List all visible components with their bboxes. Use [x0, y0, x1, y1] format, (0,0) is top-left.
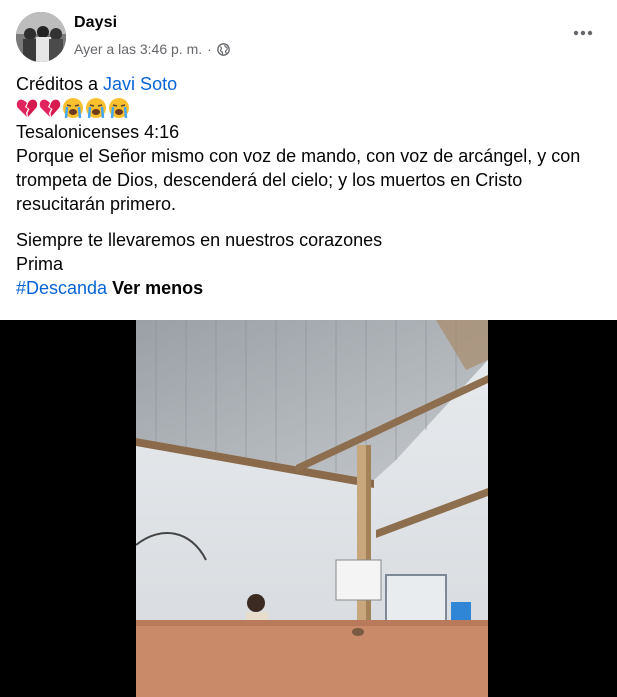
post-header: Daysi Ayer a las 3:46 p. m. ·: [16, 12, 601, 62]
tribute-line: Siempre te llevaremos en nuestros corazo…: [16, 230, 383, 250]
author-name[interactable]: Daysi: [74, 14, 117, 32]
post-text: Créditos a Javi Soto Tesalonicenses 4:16…: [16, 72, 601, 300]
video-player[interactable]: [0, 320, 617, 697]
verse-text: Porque el Señor mismo con voz de mando, …: [16, 146, 581, 214]
more-options-icon[interactable]: [571, 26, 595, 38]
emoji-row: [16, 96, 601, 120]
hashtag-link[interactable]: #Descanda: [16, 278, 107, 298]
crying-face-icon: [86, 98, 106, 119]
verse-reference: Tesalonicenses 4:16: [16, 122, 180, 142]
crying-face-icon: [63, 98, 83, 119]
see-less-button[interactable]: Ver menos: [112, 278, 203, 298]
timestamp[interactable]: Ayer a las 3:46 p. m.: [74, 41, 202, 57]
hashtag-line: #Descanda Ver menos: [16, 276, 601, 300]
credits-link[interactable]: Javi Soto: [103, 74, 177, 94]
crying-face-icon: [109, 98, 129, 119]
meta-separator: ·: [207, 41, 212, 57]
credits-prefix: Créditos a: [16, 74, 104, 94]
video-frame: [136, 320, 488, 697]
credits-line: Créditos a Javi Soto: [16, 72, 601, 96]
broken-heart-icon: [39, 99, 61, 117]
post-meta: Ayer a las 3:46 p. m. ·: [74, 41, 230, 57]
tribute-name: Prima: [16, 254, 64, 274]
broken-heart-icon: [16, 99, 38, 117]
globe-icon[interactable]: [216, 42, 230, 56]
avatar[interactable]: [16, 12, 66, 62]
